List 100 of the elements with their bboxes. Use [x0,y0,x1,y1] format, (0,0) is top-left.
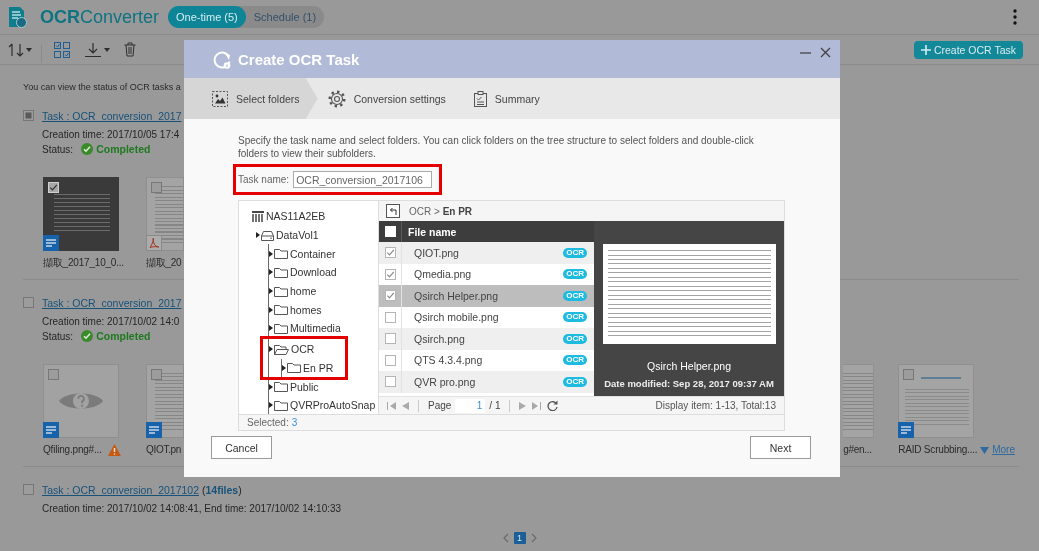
checkbox[interactable] [384,311,396,323]
create-task-button[interactable]: Create OCR Task [913,40,1023,59]
close-icon[interactable] [820,47,831,58]
back-icon[interactable] [386,204,400,218]
tree-item[interactable]: NAS11A2EB [252,207,326,226]
app-title: OCRConverter [40,6,160,28]
tree-item[interactable]: OCR [269,339,315,359]
expander-icon[interactable] [269,402,273,409]
refresh-icon[interactable] [547,400,559,411]
ocr-badge: OCR [563,355,587,366]
ocr-badge: OCR [563,312,587,323]
expander-icon[interactable] [269,288,273,295]
file-row[interactable]: Qsirch Helper.png OCR [379,285,594,307]
checkbox[interactable] [23,484,34,495]
sort-icon[interactable] [7,41,25,58]
dialog-button[interactable]: Cancel [211,436,272,459]
tree-item[interactable]: Public [269,377,319,396]
minimize-icon[interactable] [800,51,811,54]
column-header: File name [407,225,457,238]
checkbox[interactable] [151,369,162,380]
expander-icon[interactable] [269,325,273,332]
file-name: QVR pro.png [413,375,476,388]
file-name: 擷取_20 [146,257,182,269]
checkbox[interactable] [384,290,396,302]
server-icon [252,210,264,222]
first-page-icon[interactable] [387,401,396,410]
file-name: g#en... [843,444,872,456]
status-text: Completed [96,143,151,155]
creation-time-text: Creation time: 2017/10/02 14:08:41, End time: 2017/10/02 14:10:33 [42,502,342,516]
creation-time-text: Creation time: 2017/10/02 14:0 [42,315,180,329]
file-name: Qsirch.png [413,332,465,345]
ocr-badge: OCR [563,290,587,301]
select-all-icon[interactable] [54,41,70,58]
page-field[interactable]: 1 [455,398,486,413]
expander-icon[interactable] [256,232,260,239]
expander-icon[interactable] [282,364,286,371]
breadcrumb-path: OCR > En PR [409,205,473,217]
previous-page-icon[interactable] [402,401,409,410]
last-page-icon[interactable] [532,401,542,410]
expander-icon[interactable] [269,346,273,353]
preview-caption: Qsirch Helper.png [646,360,731,372]
tree-item[interactable]: Download [269,263,337,282]
checkbox[interactable] [384,247,396,259]
display-count-text: Display item: 1-13, Total:13 [655,400,776,411]
checkbox[interactable] [23,297,34,308]
tree-item[interactable]: QVRProAutoSnap [269,395,376,414]
file-count-text: (14files) [202,483,242,496]
file-name: Qmedia.png [413,268,472,281]
tree-item[interactable]: En PR [282,358,334,378]
page-button[interactable]: 1 [513,531,526,544]
step-tab[interactable]: Summary [463,78,558,119]
tree-item[interactable]: homes [269,300,322,320]
checkbox[interactable] [384,333,396,345]
task-name-field[interactable]: OCR_conversion_2017106 [293,171,433,188]
document-badge-icon [43,235,59,251]
plus-icon [920,44,931,55]
step-tab[interactable]: Select folders [184,78,318,119]
checkbox[interactable] [384,354,396,366]
instruction-text: Specify the task name and select folders. You can click folders on the tree structure to select folders and double-click folders to view their subfolders. [238,134,755,160]
expander-icon[interactable] [269,269,273,276]
expander-icon[interactable] [269,250,273,257]
triangle-down-icon [980,446,990,454]
tree-item[interactable]: home [269,281,317,301]
file-row[interactable]: Qsirch.png OCR [379,328,594,350]
checkbox[interactable] [903,369,915,380]
step-tab[interactable]: Conversion settings [317,78,464,119]
checkbox[interactable] [151,182,162,193]
file-row[interactable]: QVR pro.png OCR [379,371,594,393]
file-name: RAID Scrubbing.... [898,444,978,456]
tree-item[interactable]: Container [269,244,336,264]
modified-date-text: Date modified: Sep 28, 2017 09:37 AM [604,378,774,389]
checkbox[interactable] [384,376,396,388]
expander-icon[interactable] [269,306,273,313]
checkbox[interactable] [23,110,34,121]
dialog-button[interactable]: Next [750,436,811,459]
drive-icon [261,229,274,241]
view-tab[interactable]: One-time (5) [168,6,246,28]
image-select-icon [212,90,228,107]
ocr-badge: OCR [563,247,587,258]
document-badge-icon [146,422,162,438]
file-row[interactable]: QIOT.png OCR [379,242,594,264]
checkbox[interactable] [384,268,396,280]
checkbox[interactable] [48,369,59,380]
next-page-icon[interactable] [530,532,537,543]
more-menu-icon[interactable] [1013,9,1017,25]
intro-text: You can view the status of OCR tasks a [23,81,181,93]
caret-icon[interactable] [104,47,110,52]
tree-item[interactable]: Multimedia [269,319,341,338]
file-name: Qfiling.png#... [43,444,102,456]
tree-item[interactable]: DataVol1 [256,225,319,245]
task-name-label: Task name: [238,174,290,185]
delete-icon[interactable] [124,42,136,57]
ocr-badge: OCR [563,269,587,280]
previous-page-icon[interactable] [502,532,509,543]
expander-icon[interactable] [269,383,273,390]
next-page-icon[interactable] [519,401,527,410]
document-logo-icon [7,6,27,28]
caret-icon[interactable] [26,47,32,52]
status-label: Status: [42,330,74,342]
download-icon[interactable] [84,41,102,58]
